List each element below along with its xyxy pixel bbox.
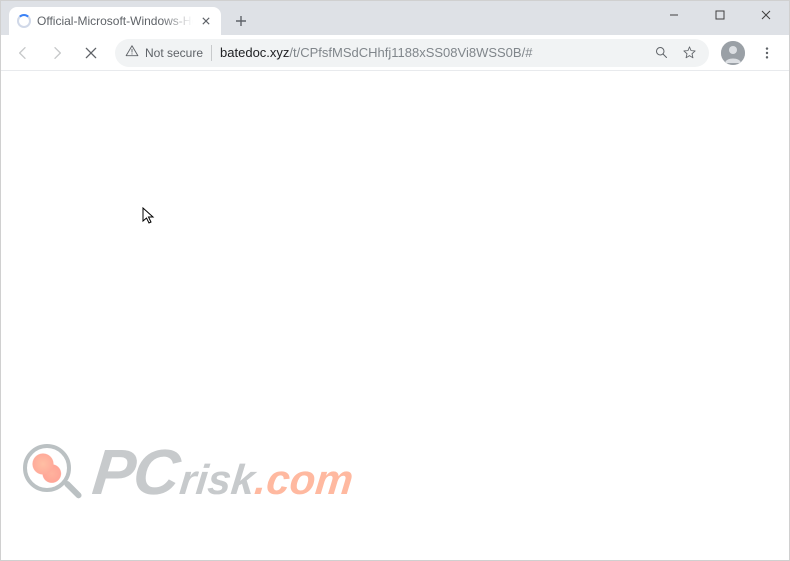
titlebar: Official-Microsoft-Windows-Help [1, 1, 789, 35]
url-path: /t/CPfsfMSdCHhfj1188xSS08Vi8WSS0B/# [289, 45, 532, 60]
window-controls [651, 1, 789, 35]
watermark-text: PC risk .com [93, 440, 353, 504]
address-toolbar: Not secure batedoc.xyz/t/CPfsfMSdCHhfj11… [1, 35, 789, 71]
new-tab-button[interactable] [227, 7, 255, 35]
url-display: batedoc.xyz/t/CPfsfMSdCHhfj1188xSS08Vi8W… [220, 45, 643, 60]
omnibox[interactable]: Not secure batedoc.xyz/t/CPfsfMSdCHhfj11… [115, 39, 709, 67]
back-button[interactable] [7, 38, 39, 68]
browser-tab[interactable]: Official-Microsoft-Windows-Help [9, 7, 221, 35]
watermark-logo: PC risk .com [19, 440, 353, 504]
watermark-risk: risk [178, 459, 257, 501]
watermark-pc: PC [90, 440, 182, 504]
minimize-button[interactable] [651, 1, 697, 29]
forward-button[interactable] [41, 38, 73, 68]
maximize-button[interactable] [697, 1, 743, 29]
security-indicator[interactable]: Not secure [125, 45, 212, 61]
url-host: batedoc.xyz [220, 45, 289, 60]
bookmark-star-icon[interactable] [679, 43, 699, 63]
stop-reload-button[interactable] [75, 38, 107, 68]
loading-spinner-icon [17, 14, 31, 28]
warning-icon [125, 44, 139, 61]
tab-close-button[interactable] [199, 14, 213, 28]
profile-avatar[interactable] [717, 38, 749, 68]
mouse-cursor-icon [141, 207, 155, 230]
zoom-icon[interactable] [651, 43, 671, 63]
close-window-button[interactable] [743, 1, 789, 29]
security-label: Not secure [145, 46, 203, 60]
tab-title: Official-Microsoft-Windows-Help [37, 14, 193, 28]
menu-button[interactable] [751, 38, 783, 68]
magnifier-icon [19, 440, 83, 504]
watermark-com: .com [252, 459, 354, 501]
tab-strip: Official-Microsoft-Windows-Help [1, 1, 651, 35]
